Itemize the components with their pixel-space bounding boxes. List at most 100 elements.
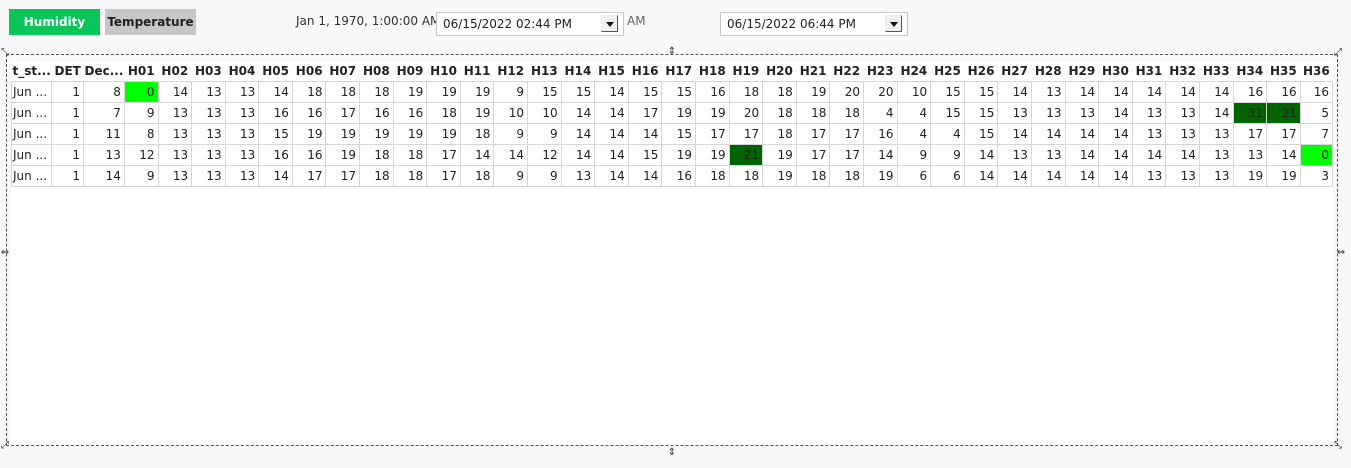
column-header[interactable]: H05 [259,61,293,82]
table-row[interactable]: Jun ... 1 8 0 14 13 13 14 18 18 18 19 19 19 9 15 15 14 15 1… [10,81,1334,103]
column-header[interactable]: H34 [1233,61,1267,82]
epoch-timestamp-label: Jan 1, 1970, 1:00:00 AM [296,14,441,28]
table-row[interactable]: Jun ... 1 14 9 13 13 13 14 17 17 18 18 17 18 9 9 13 14 14 1… [10,165,1334,187]
column-header[interactable]: H18 [696,61,730,82]
table-cell: 17 [1232,123,1268,145]
table-cell: 13 [224,102,260,124]
overlapped-time-label: AM [627,14,646,28]
table-cell: 14 [459,144,495,166]
end-datetime-picker[interactable] [720,12,908,36]
table-cell: 19 [762,144,797,166]
column-header[interactable]: H17 [662,61,696,82]
resize-e-icon[interactable]: ⇔ [1336,248,1346,258]
start-datetime-input[interactable] [437,13,597,35]
table-row[interactable]: Jun ... 1 11 8 13 13 13 15 19 19 19 19 19 18 9 9 14 14 14 1… [10,123,1334,145]
column-header[interactable]: H03 [192,61,226,82]
column-header[interactable]: H20 [763,61,797,82]
table-cell: 18 [728,165,764,187]
table-cell: 13 [1165,102,1200,124]
column-header[interactable]: H22 [830,61,864,82]
table-cell: 16 [1266,81,1301,103]
resize-s-icon[interactable]: ⇕ [667,448,677,458]
table-cell: 10 [527,102,562,124]
resize-ne-icon[interactable]: ⤢ [1333,48,1343,58]
table-cell: 18 [795,102,831,124]
table-cell: 14 [258,165,293,187]
table-cell: 18 [762,102,797,124]
table-cell: 20 [862,81,898,103]
column-header[interactable]: DET [52,61,84,82]
resize-se-icon[interactable]: ⤡ [1333,441,1343,451]
column-header[interactable]: H04 [225,61,259,82]
column-header[interactable]: H13 [528,61,562,82]
table-cell: 18 [325,81,361,103]
column-header[interactable]: H27 [998,61,1032,82]
table-cell: 14 [1098,102,1133,124]
table-cell: 21 [728,144,764,166]
table-cell: 13 [1030,102,1066,124]
column-header[interactable]: H31 [1132,61,1166,82]
column-header[interactable]: H32 [1166,61,1200,82]
table-cell: 14 [560,102,596,124]
table-row[interactable]: Jun ... 1 7 9 13 13 13 16 16 17 16 16 18 19 10 10 14 14 17… [10,102,1334,124]
column-header[interactable]: H23 [863,61,897,82]
start-datetime-picker[interactable] [436,12,624,36]
column-header[interactable]: H24 [897,61,931,82]
column-header[interactable]: H19 [729,61,763,82]
table-row[interactable]: Jun ... 1 13 12 13 13 13 16 16 19 18 18 17 14 14 12 14 14… [10,144,1334,166]
table-cell: 10 [896,81,932,103]
column-header[interactable]: H25 [931,61,965,82]
column-header[interactable]: H15 [595,61,629,82]
column-header[interactable]: H21 [796,61,830,82]
table-cell: 14 [493,144,529,166]
column-header[interactable]: H11 [460,61,494,82]
end-datetime-input[interactable] [721,13,881,35]
table-cell: 13 [1232,144,1268,166]
table-cell: 13 [1030,81,1066,103]
end-dropdown-arrow-icon[interactable] [885,15,902,32]
column-header[interactable]: H28 [1031,61,1065,82]
table-cell: 13 [1198,144,1234,166]
table-cell: 15 [560,81,596,103]
column-header[interactable]: H12 [494,61,528,82]
column-header[interactable]: H14 [561,61,595,82]
table-cell: 14 [1131,144,1167,166]
resize-n-icon[interactable]: ⇕ [667,47,677,57]
column-header[interactable]: H36 [1300,61,1332,82]
table-cell: 7 [83,102,125,124]
table-cell: 1 [51,165,85,187]
column-header[interactable]: H16 [628,61,662,82]
column-header[interactable]: H30 [1099,61,1133,82]
column-header[interactable]: H08 [360,61,394,82]
table-cell: 16 [695,81,730,103]
resize-sw-icon[interactable]: ⤢ [0,441,10,451]
humidity-button[interactable]: Humidity [9,9,100,35]
column-header[interactable]: H26 [964,61,998,82]
column-header[interactable]: Dec... [84,61,125,82]
resize-w-icon[interactable]: ⇔ [0,248,10,258]
column-header[interactable]: H10 [427,61,461,82]
column-header[interactable]: H06 [292,61,326,82]
table-cell: 19 [762,165,797,187]
column-header[interactable]: H01 [124,61,158,82]
column-header[interactable]: H35 [1267,61,1301,82]
column-header[interactable]: H09 [393,61,427,82]
start-dropdown-arrow-icon[interactable] [601,15,618,32]
table-cell: 21 [1266,102,1301,124]
table-cell: 19 [325,123,361,145]
table-cell: 14 [1064,144,1100,166]
table-cell: 13 [191,165,226,187]
table-cell: 19 [325,144,361,166]
table-cell: 9 [896,144,932,166]
column-header[interactable]: H33 [1199,61,1233,82]
resize-nw-icon[interactable]: ⤡ [0,48,10,58]
table-cell: 13 [1131,165,1167,187]
table-cell: 19 [291,123,327,145]
column-header[interactable]: H29 [1065,61,1099,82]
column-header[interactable]: t_st... [12,61,52,82]
column-header[interactable]: H02 [158,61,192,82]
column-header[interactable]: H07 [326,61,360,82]
table-cell: 9 [527,165,562,187]
temperature-button[interactable]: Temperature [105,9,196,35]
table-cell: 9 [123,165,159,187]
